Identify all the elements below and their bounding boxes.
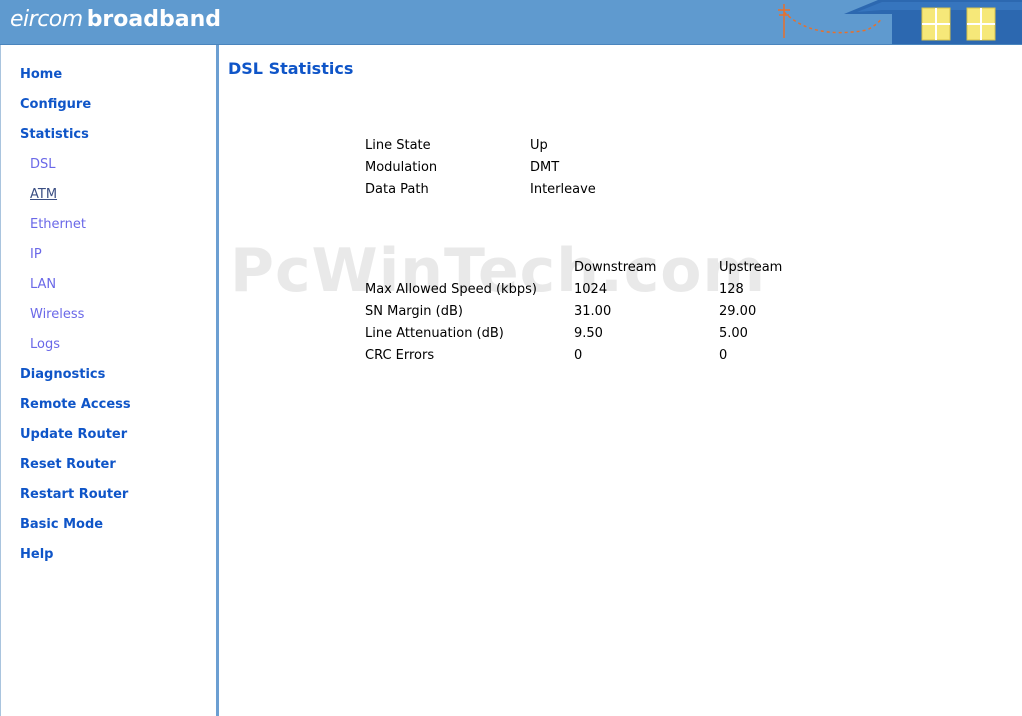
table-row: CRC Errors 0 0 <box>365 344 809 366</box>
nav-item-label[interactable]: IP <box>30 247 42 262</box>
nav-item-help[interactable]: Help <box>1 540 131 570</box>
sidebar-divider <box>216 45 219 716</box>
nav-item-label[interactable]: Ethernet <box>30 217 86 232</box>
brand-light-text: eircom <box>10 7 83 32</box>
nav-item-reset-router[interactable]: Reset Router <box>1 450 131 480</box>
upstream-value: 5.00 <box>719 325 748 341</box>
nav-item-label[interactable]: Remote Access <box>20 397 131 412</box>
nav-item-label[interactable]: Home <box>20 67 62 82</box>
upstream-value: 0 <box>719 347 728 363</box>
nav-item-label[interactable]: Help <box>20 547 53 562</box>
nav-menu: Home Configure Statistics DSL ATM Ethern… <box>1 60 131 570</box>
downstream-value: 31.00 <box>574 303 612 319</box>
nav-item-label[interactable]: Basic Mode <box>20 517 103 532</box>
table-row: Data Path Interleave <box>365 178 650 200</box>
nav-subitem-ethernet[interactable]: Ethernet <box>1 210 131 240</box>
column-header-blank <box>365 256 574 278</box>
line-state-value: Up <box>530 137 548 153</box>
nav-item-label[interactable]: Diagnostics <box>20 367 105 382</box>
nav-item-label[interactable]: Configure <box>20 97 91 112</box>
nav-item-configure[interactable]: Configure <box>1 90 131 120</box>
nav-item-label[interactable]: Restart Router <box>20 487 128 502</box>
table-header-row: Downstream Upstream <box>365 256 809 278</box>
nav-item-basic-mode[interactable]: Basic Mode <box>1 510 131 540</box>
nav-subitem-wireless[interactable]: Wireless <box>1 300 131 330</box>
modulation-value: DMT <box>530 159 560 175</box>
line-status-table: Line State Up Modulation DMT Data Path I… <box>365 134 650 200</box>
downstream-value: 9.50 <box>574 325 603 341</box>
upstream-value: 128 <box>719 281 744 297</box>
nav-item-label[interactable]: Reset Router <box>20 457 116 472</box>
sidebar-nav: Home Configure Statistics DSL ATM Ethern… <box>0 45 217 716</box>
table-row: SN Margin (dB) 31.00 29.00 <box>365 300 809 322</box>
nav-item-label[interactable]: Wireless <box>30 307 84 322</box>
data-path-label: Data Path <box>365 181 429 197</box>
nav-subitem-logs[interactable]: Logs <box>1 330 131 360</box>
line-metrics-table: Downstream Upstream Max Allowed Speed (k… <box>365 256 809 366</box>
window-icon <box>966 7 996 41</box>
nav-item-remote-access[interactable]: Remote Access <box>1 390 131 420</box>
downstream-value: 0 <box>574 347 583 363</box>
metric-label: SN Margin (dB) <box>365 303 463 319</box>
nav-item-label[interactable]: DSL <box>30 157 56 172</box>
modulation-label: Modulation <box>365 159 438 175</box>
brand-logo: eircom broadband <box>10 7 221 33</box>
metric-label: Max Allowed Speed (kbps) <box>365 281 537 297</box>
nav-subitem-atm[interactable]: ATM <box>1 180 131 210</box>
nav-item-statistics[interactable]: Statistics <box>1 120 131 150</box>
nav-item-restart-router[interactable]: Restart Router <box>1 480 131 510</box>
metric-label: CRC Errors <box>365 347 435 363</box>
telephone-pole-icon <box>778 4 790 38</box>
nav-item-label[interactable]: ATM <box>30 187 57 202</box>
line-state-label: Line State <box>365 137 431 153</box>
nav-item-diagnostics[interactable]: Diagnostics <box>1 360 131 390</box>
page-title: DSL Statistics <box>228 59 354 78</box>
nav-item-label[interactable]: LAN <box>30 277 56 292</box>
nav-subitem-ip[interactable]: IP <box>1 240 131 270</box>
nav-subitem-lan[interactable]: LAN <box>1 270 131 300</box>
table-row: Line State Up <box>365 134 650 156</box>
data-path-value: Interleave <box>530 181 596 197</box>
nav-item-label[interactable]: Statistics <box>20 127 89 142</box>
brand-bold-text: broadband <box>86 7 221 32</box>
nav-subitem-dsl[interactable]: DSL <box>1 150 131 180</box>
house-illustration <box>778 0 1022 44</box>
column-header-downstream: Downstream <box>574 259 657 275</box>
nav-item-label[interactable]: Update Router <box>20 427 127 442</box>
table-row: Modulation DMT <box>365 156 650 178</box>
header-bar: eircom broadband <box>0 0 1022 45</box>
nav-item-label[interactable]: Logs <box>30 337 60 352</box>
nav-item-home[interactable]: Home <box>1 60 131 90</box>
window-icon <box>921 7 951 41</box>
phone-line-wire <box>783 11 883 34</box>
column-header-upstream: Upstream <box>719 259 783 275</box>
table-row: Max Allowed Speed (kbps) 1024 128 <box>365 278 809 300</box>
table-row: Line Attenuation (dB) 9.50 5.00 <box>365 322 809 344</box>
metric-label: Line Attenuation (dB) <box>365 325 504 341</box>
upstream-value: 29.00 <box>719 303 757 319</box>
nav-item-update-router[interactable]: Update Router <box>1 420 131 450</box>
downstream-value: 1024 <box>574 281 608 297</box>
